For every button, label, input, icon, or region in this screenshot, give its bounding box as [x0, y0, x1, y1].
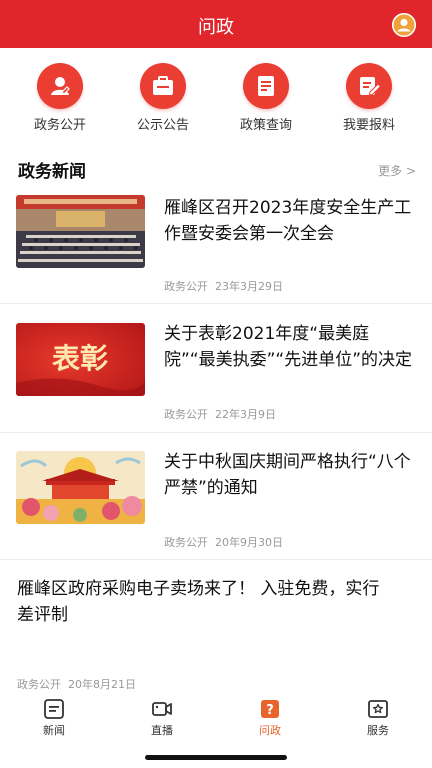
- tab-label: 服务: [367, 724, 389, 737]
- news-title: 关于中秋国庆期间严格执行“八个严禁”的通知: [164, 452, 411, 498]
- document-icon: [243, 63, 289, 109]
- news-meta: 政务公开 20年9月30日: [164, 534, 283, 550]
- top-bar: 问政: [0, 0, 432, 48]
- tab-label: 直播: [151, 724, 173, 737]
- tab-service[interactable]: 服务: [343, 698, 413, 738]
- quick-action-policy[interactable]: 政策查询: [221, 63, 311, 133]
- section-header: 政务新闻 更多 >: [18, 157, 416, 183]
- news-title: 关于表彰2021年度“最美庭院”“最美执委”“先进单位”的决定: [164, 324, 413, 370]
- more-link[interactable]: 更多 >: [378, 162, 416, 179]
- person-icon: [37, 63, 83, 109]
- quick-action-gov-open[interactable]: 政务公开: [15, 63, 105, 133]
- home-indicator: [145, 755, 287, 760]
- tab-label: 新闻: [43, 724, 65, 737]
- quick-action-notice[interactable]: 公示公告: [118, 63, 208, 133]
- quick-actions: 政务公开 公示公告 政策查询 我要报料: [0, 63, 432, 133]
- service-icon: [368, 700, 388, 718]
- news-thumbnail-award: 表彰: [16, 323, 145, 396]
- news-item[interactable]: 关于中秋国庆期间严格执行“八个严禁”的通知 政务公开 20年9月30日: [0, 449, 432, 559]
- divider: [0, 303, 432, 304]
- news-thumbnail-meeting: [16, 195, 145, 268]
- quick-action-report[interactable]: 我要报料: [324, 63, 414, 133]
- user-avatar-icon[interactable]: [392, 13, 416, 37]
- news-meta: 政务公开 20年8月21日: [17, 676, 136, 692]
- tab-label: 问政: [259, 724, 281, 737]
- tab-wenzheng[interactable]: ? 问政: [235, 698, 305, 738]
- news-item[interactable]: 表彰 关于表彰2021年度“最美庭院”“最美执委”“先进单位”的决定 政务公开 2…: [0, 321, 432, 431]
- edit-icon: [346, 63, 392, 109]
- divider: [0, 559, 432, 560]
- tab-news[interactable]: 新闻: [19, 698, 89, 738]
- quick-action-label: 公示公告: [136, 118, 189, 133]
- news-title: 雁峰区召开2023年度安全生产工作暨安委会第一次全会: [164, 198, 412, 244]
- news-date: 20年9月30日: [215, 536, 283, 549]
- tab-live[interactable]: 直播: [127, 698, 197, 738]
- news-source: 政务公开: [17, 678, 61, 691]
- news-item[interactable]: 雁峰区召开2023年度安全生产工作暨安委会第一次全会 政务公开 23年3月29日: [0, 193, 432, 315]
- quick-action-label: 政策查询: [239, 118, 292, 133]
- news-source: 政务公开: [164, 408, 208, 421]
- news-source: 政务公开: [164, 536, 208, 549]
- question-icon: ?: [261, 700, 279, 718]
- video-icon: [152, 702, 172, 716]
- thumb-award-text: 表彰: [52, 342, 108, 375]
- briefcase-icon: [140, 63, 186, 109]
- section-title: 政务新闻: [18, 162, 86, 182]
- news-meta: 政务公开 23年3月29日: [164, 278, 283, 294]
- svg-text:?: ?: [266, 703, 274, 718]
- page-title: 问政: [198, 17, 234, 38]
- news-thumbnail-festival: [16, 451, 145, 524]
- quick-action-label: 政务公开: [33, 118, 86, 133]
- news-date: 20年8月21日: [68, 678, 136, 691]
- news-icon: [44, 699, 64, 719]
- news-date: 23年3月29日: [215, 280, 283, 293]
- quick-action-label: 我要报料: [342, 118, 395, 133]
- news-source: 政务公开: [164, 280, 208, 293]
- divider: [0, 432, 432, 433]
- news-date: 22年3月9日: [215, 408, 276, 421]
- news-meta: 政务公开 22年3月9日: [164, 406, 276, 422]
- news-title: 雁峰区政府采购电子卖场来了！ 入驻免费，实行差评制: [17, 579, 380, 625]
